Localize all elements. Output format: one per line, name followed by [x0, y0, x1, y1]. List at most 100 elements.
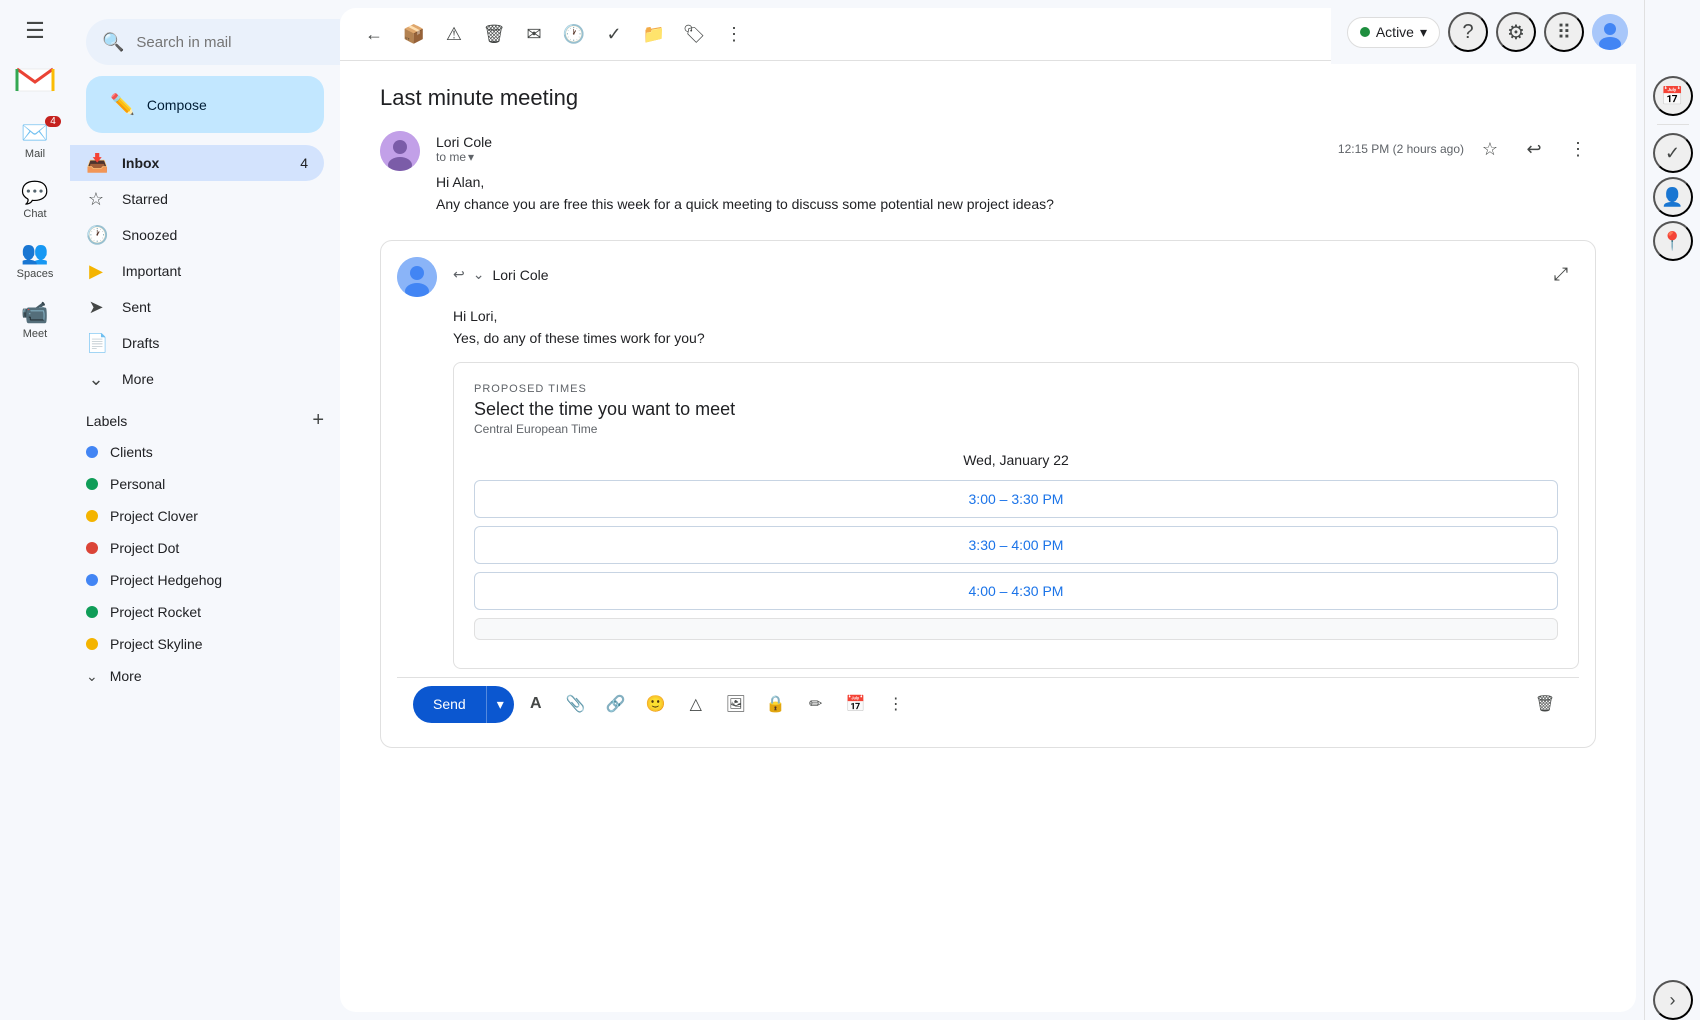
- time-slot-3[interactable]: 4:00 – 4:30 PM: [474, 572, 1558, 610]
- nav-item-more[interactable]: ⌄ More: [70, 361, 324, 397]
- search-input[interactable]: [136, 34, 335, 51]
- compose-label: Compose: [147, 97, 207, 113]
- insert-drive-button[interactable]: △: [678, 686, 714, 722]
- insert-emoji-button[interactable]: 🙂: [638, 686, 674, 722]
- mark-unread-button[interactable]: ✉: [516, 16, 552, 52]
- right-panel-expand-button[interactable]: ›: [1653, 980, 1693, 1020]
- label-item-personal[interactable]: Personal: [70, 468, 324, 500]
- nav-item-starred[interactable]: ☆ Starred: [70, 181, 324, 217]
- attach-file-button[interactable]: 📎: [558, 686, 594, 722]
- time-slot-1[interactable]: 3:00 – 3:30 PM: [474, 480, 1558, 518]
- chat-icon: 💬: [21, 180, 48, 206]
- move-to-button[interactable]: 📁: [636, 16, 672, 52]
- label-item-project-dot[interactable]: Project Dot: [70, 532, 324, 564]
- send-main-button[interactable]: Send: [413, 686, 486, 722]
- label-item-project-clover[interactable]: Project Clover: [70, 500, 324, 532]
- proposed-times-label: PROPOSED TIMES: [474, 383, 1558, 395]
- to-me-dropdown[interactable]: to me ▾: [436, 150, 492, 164]
- message-2-actions: ⤢: [1543, 257, 1579, 293]
- discard-draft-button[interactable]: 🗑: [1527, 686, 1563, 722]
- sent-icon: ➤: [86, 297, 106, 318]
- time-slot-2[interactable]: 3:30 – 4:00 PM: [474, 526, 1558, 564]
- sidebar-item-spaces[interactable]: 👥 Spaces: [5, 232, 65, 288]
- gmail-logo: [5, 60, 65, 100]
- open-reply-button[interactable]: ⤢: [1543, 257, 1579, 293]
- spam-button[interactable]: ⚠: [436, 16, 472, 52]
- add-label-button[interactable]: +: [312, 409, 324, 432]
- compose-button[interactable]: ✏️ Compose: [86, 76, 324, 133]
- search-bar[interactable]: 🔍 ⚙: [86, 19, 340, 65]
- project-hedgehog-dot: [86, 574, 98, 586]
- message-1-header: Lori Cole to me ▾ 12:15 PM (2 hours ago)…: [436, 131, 1596, 167]
- sidebar-item-mail[interactable]: ✉️ Mail 4: [5, 112, 65, 168]
- proposed-times-timezone: Central European Time: [474, 422, 1558, 436]
- more-email-options-button[interactable]: ⋮: [716, 16, 752, 52]
- more-message-1-button[interactable]: ⋮: [1560, 131, 1596, 167]
- hamburger-icon: ☰: [25, 18, 45, 44]
- sidebar-item-chat[interactable]: 💬 Chat: [5, 172, 65, 228]
- project-rocket-label: Project Rocket: [110, 604, 201, 620]
- propose-time-button[interactable]: 📅: [838, 686, 874, 722]
- back-button[interactable]: ←: [356, 16, 392, 52]
- active-status-dot: [1360, 27, 1370, 37]
- delete-button[interactable]: 🗑: [476, 16, 512, 52]
- done-button[interactable]: ✓: [596, 16, 632, 52]
- nav-item-sent[interactable]: ➤ Sent: [70, 289, 324, 325]
- status-chevron-icon: ▾: [1420, 24, 1427, 41]
- label-button[interactable]: 🏷: [676, 16, 712, 52]
- reply-sender-name: Lori Cole: [492, 267, 548, 283]
- more-compose-options-button[interactable]: ⋮: [878, 686, 914, 722]
- nav-item-snoozed[interactable]: 🕐 Snoozed: [70, 217, 324, 253]
- right-side-panel: 📅 ✓ 👤 📍 ›: [1644, 0, 1700, 1020]
- active-status-button[interactable]: Active ▾: [1347, 17, 1440, 48]
- snoozed-icon: 🕐: [86, 225, 106, 246]
- important-icon: ▶: [86, 261, 106, 282]
- user-avatar[interactable]: [1592, 14, 1628, 50]
- chat-label: Chat: [23, 208, 46, 220]
- send-button-group: Send ▾: [413, 686, 514, 723]
- insert-link-button[interactable]: 🔗: [598, 686, 634, 722]
- active-status-label: Active: [1376, 24, 1414, 40]
- label-item-more-labels[interactable]: ⌄ More: [70, 660, 324, 692]
- right-panel-tasks-button[interactable]: ✓: [1653, 133, 1693, 173]
- apps-button[interactable]: ⠿: [1544, 12, 1584, 52]
- nav-item-important[interactable]: ▶ Important: [70, 253, 324, 289]
- clients-dot: [86, 446, 98, 458]
- important-label: Important: [122, 263, 181, 279]
- nav-item-drafts[interactable]: 📄 Drafts: [70, 325, 324, 361]
- format-text-button[interactable]: A: [518, 686, 554, 722]
- send-dropdown-button[interactable]: ▾: [486, 686, 514, 723]
- labels-more-label: More: [110, 668, 142, 684]
- insert-signature-button[interactable]: ✏: [798, 686, 834, 722]
- label-item-project-rocket[interactable]: Project Rocket: [70, 596, 324, 628]
- more-nav-icon: ⌄: [86, 369, 106, 390]
- settings-button[interactable]: ⚙: [1496, 12, 1536, 52]
- message-1: Lori Cole to me ▾ 12:15 PM (2 hours ago)…: [380, 131, 1596, 216]
- project-skyline-dot: [86, 638, 98, 650]
- nav-item-inbox[interactable]: 📥 Inbox 4: [70, 145, 324, 181]
- label-item-project-skyline[interactable]: Project Skyline: [70, 628, 324, 660]
- time-slot-more[interactable]: [474, 618, 1558, 640]
- left-icon-nav: ☰ ✉️ Mail 4 💬 Chat 👥 Spaces: [0, 0, 70, 1020]
- label-item-project-hedgehog[interactable]: Project Hedgehog: [70, 564, 324, 596]
- clients-label: Clients: [110, 444, 153, 460]
- help-button[interactable]: ?: [1448, 12, 1488, 52]
- project-skyline-label: Project Skyline: [110, 636, 203, 652]
- hamburger-menu-button[interactable]: ☰: [5, 10, 65, 52]
- right-panel-calendar-button[interactable]: 📅: [1653, 76, 1693, 116]
- reply-message-1-button[interactable]: ↩: [1516, 131, 1552, 167]
- confidential-mode-button[interactable]: 🔒: [758, 686, 794, 722]
- right-panel-contacts-button[interactable]: 👤: [1653, 177, 1693, 217]
- right-panel-maps-button[interactable]: 📍: [1653, 221, 1693, 261]
- snooze-button[interactable]: 🕐: [556, 16, 592, 52]
- star-message-1-button[interactable]: ☆: [1472, 131, 1508, 167]
- main-content: ← 📦 ⚠ 🗑 ✉ 🕐 ✓ 📁 🏷 ⋮ 1-16 of 16 ‹ › 🖨 ⤢: [340, 0, 1644, 1020]
- insert-photo-button[interactable]: 🖼: [718, 686, 754, 722]
- inbox-label: Inbox: [122, 155, 159, 171]
- archive-button[interactable]: 📦: [396, 16, 432, 52]
- proposed-times-title: Select the time you want to meet: [474, 399, 1558, 420]
- message-1-body: Lori Cole to me ▾ 12:15 PM (2 hours ago)…: [436, 131, 1596, 216]
- email-subject: Last minute meeting: [380, 77, 1596, 111]
- sidebar-item-meet[interactable]: 📹 Meet: [5, 292, 65, 348]
- label-item-clients[interactable]: Clients: [70, 436, 324, 468]
